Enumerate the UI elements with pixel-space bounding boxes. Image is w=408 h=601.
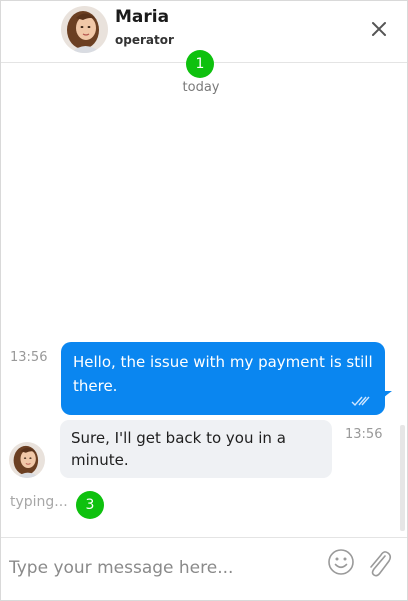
agent-role: operator: [115, 33, 174, 47]
agent-name: Maria: [115, 7, 170, 27]
paperclip-icon[interactable]: [363, 547, 393, 579]
double-check-icon: [351, 396, 370, 407]
message-text: Sure, I'll get back to you in a minute.: [71, 429, 286, 469]
typing-indicator: typing...: [10, 494, 68, 510]
agent-avatar-small: [9, 442, 45, 478]
scrollbar[interactable]: [400, 425, 405, 531]
step-badge-1: 1: [186, 50, 214, 78]
message-timestamp: 13:56: [345, 427, 383, 442]
message-timestamp: 13:56: [10, 350, 48, 365]
message-input[interactable]: [9, 548, 309, 588]
agent-avatar: [61, 6, 108, 53]
bubble-tail: [380, 391, 392, 401]
message-composer: [1, 537, 407, 600]
step-badge-3: 3: [76, 491, 104, 519]
incoming-message-bubble: Sure, I'll get back to you in a minute.: [60, 420, 332, 478]
message-text: Hello, the issue with my payment is stil…: [73, 353, 373, 395]
date-separator: today: [182, 80, 220, 95]
chat-widget: Maria operator 1 today 13:56 Hello, the …: [0, 0, 408, 601]
close-icon[interactable]: [367, 17, 391, 41]
smiley-icon[interactable]: [326, 547, 356, 577]
outgoing-message-bubble: Hello, the issue with my payment is stil…: [61, 342, 392, 415]
